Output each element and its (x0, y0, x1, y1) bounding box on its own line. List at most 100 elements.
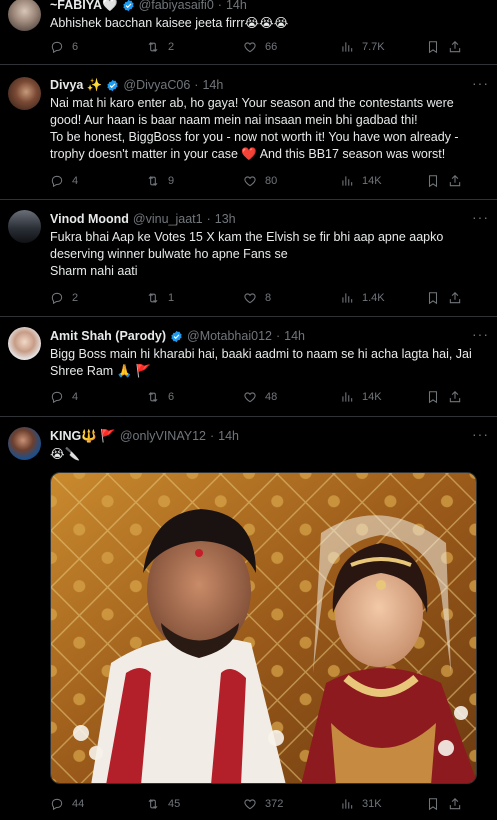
like-button[interactable]: 66 (243, 40, 340, 54)
author-handle[interactable]: @vinu_jaat1 (133, 212, 203, 226)
bookmark-icon (426, 390, 440, 404)
retweet-icon (146, 291, 160, 305)
bookmark-button[interactable] (426, 174, 448, 188)
heart-icon (243, 291, 257, 305)
tweet-text: Abhishek bacchan kaisee jeeta firrr😭😭😭 (50, 16, 289, 30)
tweet-time[interactable]: 14h (218, 429, 239, 443)
retweet-button[interactable]: 1 (146, 291, 243, 305)
tweet-header: Vinod Moond @vinu_jaat1 · 13h (50, 212, 236, 226)
like-button[interactable]: 80 (243, 174, 340, 188)
reply-icon (50, 291, 64, 305)
tweet-2[interactable]: Divya ✨ @DivyaC06 · 14h Nai mat hi karo … (0, 65, 497, 200)
reply-icon (50, 797, 64, 811)
retweet-button[interactable]: 45 (146, 797, 243, 811)
reply-button[interactable]: 6 (50, 40, 146, 54)
verified-badge-icon (170, 330, 183, 343)
tweet-time[interactable]: 14h (202, 78, 223, 92)
views-icon (340, 291, 354, 305)
tweet-time[interactable]: 14h (226, 0, 247, 12)
views-button[interactable]: 14K (340, 390, 426, 404)
views-button[interactable]: 7.7K (340, 40, 426, 54)
author-handle[interactable]: @DivyaC06 (123, 78, 190, 92)
tweet-3[interactable]: Vinod Moond @vinu_jaat1 · 13h Fukra bhai… (0, 200, 497, 317)
avatar[interactable] (8, 77, 41, 110)
avatar[interactable] (8, 0, 41, 31)
author-handle[interactable]: @Motabhai012 (187, 329, 272, 343)
heart-icon (243, 390, 257, 404)
tweet-1[interactable]: ~FABIYA🤍 @fabiyasaifi0 · 14h Abhishek ba… (0, 0, 497, 65)
author-handle[interactable]: @onlyVINAY12 (120, 429, 206, 443)
tweet-text: 😭🔪 (50, 447, 81, 461)
views-button[interactable]: 1.4K (340, 291, 426, 305)
tweet-text: Fukra bhai Aap ke Votes 15 X kam the Elv… (50, 230, 444, 278)
verified-badge-icon (106, 79, 119, 92)
tweet-text: Nai mat hi karo enter ab, ho gaya! Your … (50, 96, 459, 161)
reply-button[interactable]: 2 (50, 291, 146, 305)
reply-button[interactable]: 44 (50, 797, 146, 811)
like-button[interactable]: 8 (243, 291, 340, 305)
bookmark-icon (426, 174, 440, 188)
tweet-time[interactable]: 13h (215, 212, 236, 226)
reply-icon (50, 40, 64, 54)
retweet-button[interactable]: 6 (146, 390, 243, 404)
author-name[interactable]: KING🔱 🚩 (50, 429, 116, 444)
tweet-actions: 44 45 372 31K (50, 796, 485, 812)
bookmark-icon (426, 40, 440, 54)
tweet-header: ~FABIYA🤍 @fabiyasaifi0 · 14h (50, 0, 489, 14)
more-icon[interactable]: ··· (472, 426, 489, 442)
share-button[interactable] (448, 797, 468, 811)
retweet-icon (146, 40, 160, 54)
avatar[interactable] (8, 327, 41, 360)
tweet-4[interactable]: Amit Shah (Parody) @Motabhai012 · 14h Bi… (0, 317, 497, 417)
views-icon (340, 390, 354, 404)
bookmark-button[interactable] (426, 40, 448, 54)
retweet-icon (146, 390, 160, 404)
reply-icon (50, 174, 64, 188)
like-button[interactable]: 372 (243, 797, 340, 811)
tweet-media-image[interactable] (50, 472, 477, 784)
tweet-header: Amit Shah (Parody) @Motabhai012 · 14h (50, 329, 305, 343)
share-button[interactable] (448, 390, 468, 404)
share-icon (448, 40, 462, 54)
like-button[interactable]: 48 (243, 390, 340, 404)
tweet-actions: 2 1 8 1.4K (50, 290, 485, 306)
tweet-actions: 6 2 66 7.7K (50, 39, 485, 55)
retweet-icon (146, 797, 160, 811)
bookmark-button[interactable] (426, 291, 448, 305)
more-icon[interactable]: ··· (472, 209, 489, 225)
reply-button[interactable]: 4 (50, 390, 146, 404)
retweet-button[interactable]: 2 (146, 40, 243, 54)
share-icon (448, 390, 462, 404)
retweet-icon (146, 174, 160, 188)
tweet-actions: 4 9 80 14K (50, 173, 485, 189)
tweet-time[interactable]: 14h (284, 329, 305, 343)
bookmark-icon (426, 291, 440, 305)
wedding-photo (51, 473, 476, 783)
share-button[interactable] (448, 291, 468, 305)
bookmark-button[interactable] (426, 390, 448, 404)
verified-badge-icon (122, 0, 135, 12)
views-icon (340, 797, 354, 811)
views-button[interactable]: 31K (340, 797, 426, 811)
author-handle[interactable]: @fabiyasaifi0 (139, 0, 214, 12)
more-icon[interactable]: ··· (472, 75, 489, 91)
more-icon[interactable]: ··· (472, 326, 489, 342)
reply-icon (50, 390, 64, 404)
share-icon (448, 291, 462, 305)
author-name[interactable]: Amit Shah (Parody) (50, 329, 166, 343)
author-name[interactable]: Divya ✨ (50, 78, 102, 93)
avatar[interactable] (8, 427, 41, 460)
author-name[interactable]: Vinod Moond (50, 212, 129, 226)
bookmark-button[interactable] (426, 797, 448, 811)
share-icon (448, 174, 462, 188)
avatar[interactable] (8, 210, 41, 243)
retweet-button[interactable]: 9 (146, 174, 243, 188)
bookmark-icon (426, 797, 440, 811)
share-button[interactable] (448, 40, 468, 54)
share-button[interactable] (448, 174, 468, 188)
views-button[interactable]: 14K (340, 174, 426, 188)
tweet-header: KING🔱 🚩 @onlyVINAY12 · 14h (50, 428, 239, 444)
views-icon (340, 40, 354, 54)
reply-button[interactable]: 4 (50, 174, 146, 188)
author-name[interactable]: ~FABIYA🤍 (50, 0, 118, 13)
